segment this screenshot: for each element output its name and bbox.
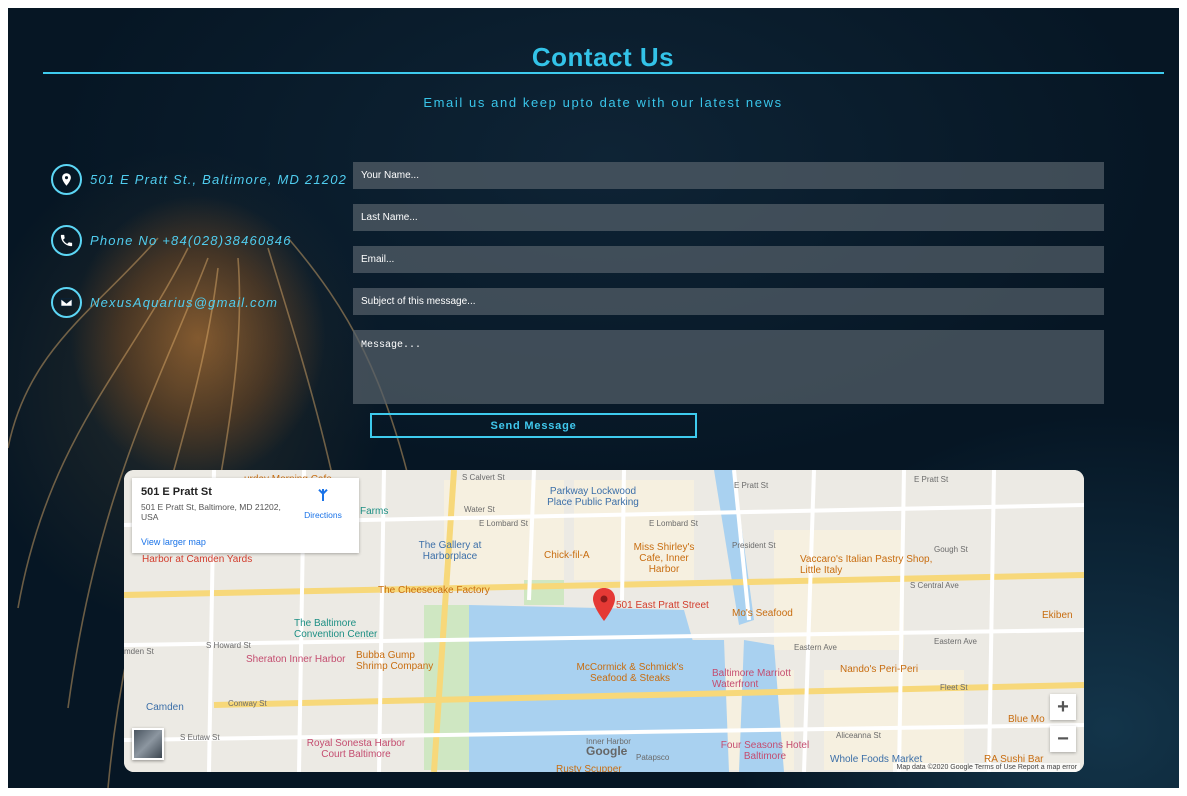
street-label: Conway St bbox=[228, 699, 267, 708]
map-label: Rusty Scupper bbox=[556, 764, 622, 772]
street-label: President St bbox=[732, 541, 776, 550]
map-label: McCormick & Schmick's Seafood & Steaks bbox=[576, 662, 684, 684]
map-label: Sheraton Inner Harbor bbox=[246, 654, 346, 665]
email-input[interactable]: Email... bbox=[353, 246, 1104, 273]
address-text: 501 E Pratt St., Baltimore, MD 21202 bbox=[90, 172, 348, 187]
map-label: Harbor at Camden Yards bbox=[142, 554, 253, 565]
map-label: The Baltimore Convention Center bbox=[294, 618, 378, 640]
send-message-button[interactable]: Send Message bbox=[370, 413, 697, 438]
map-label: Four Seasons Hotel Baltimore bbox=[720, 740, 810, 762]
street-label: Water St bbox=[464, 505, 495, 514]
place-info-card: 501 E Pratt St 501 E Pratt St, Baltimore… bbox=[132, 478, 359, 553]
street-view-thumbnail[interactable] bbox=[132, 728, 164, 760]
directions-label: Directions bbox=[304, 510, 342, 520]
street-label: Eastern Ave bbox=[934, 637, 977, 646]
page-title: Contact Us bbox=[531, 42, 675, 72]
street-label: Patapsco bbox=[636, 753, 670, 762]
page-background: Contact Us Email us and keep upto date w… bbox=[8, 8, 1179, 788]
email-row: NexusAquarius@gmail.com bbox=[51, 287, 278, 318]
directions-button[interactable]: Directions bbox=[299, 487, 347, 520]
zoom-out-button[interactable]: − bbox=[1050, 726, 1076, 752]
street-label: S Central Ave bbox=[910, 581, 959, 590]
street-label: E Pratt St bbox=[734, 481, 769, 490]
email-text: NexusAquarius@gmail.com bbox=[90, 295, 279, 310]
street-label: E Lombard St bbox=[649, 519, 698, 528]
street-label: Aliceanna St bbox=[836, 731, 881, 740]
page-subtitle: Email us and keep upto date with our lat… bbox=[423, 95, 783, 110]
street-label: S Calvert St bbox=[462, 473, 505, 482]
map-label: Blue Mo bbox=[1008, 714, 1045, 725]
marker-label: 501 East Pratt Street bbox=[616, 600, 709, 611]
map-attribution[interactable]: Map data ©2020 Google Terms of Use Repor… bbox=[893, 763, 1080, 772]
place-address: 501 E Pratt St, Baltimore, MD 21202, USA bbox=[141, 502, 281, 522]
zoom-in-button[interactable]: + bbox=[1050, 694, 1076, 720]
map-label: Vaccaro's Italian Pastry Shop, Little It… bbox=[800, 554, 933, 576]
map-label: The Gallery at Harborplace bbox=[418, 540, 482, 562]
address-row: 501 E Pratt St., Baltimore, MD 21202 bbox=[51, 164, 347, 195]
street-label: mden St bbox=[124, 647, 154, 656]
street-label: E Pratt St bbox=[914, 475, 949, 484]
street-label: S Eutaw St bbox=[180, 733, 220, 742]
map-label: Bubba Gump Shrimp Company bbox=[356, 650, 434, 672]
map-embed[interactable]: urday Morning Cafe Parkway Lockwood Plac… bbox=[124, 470, 1084, 772]
phone-text: Phone No +84(028)38460846 bbox=[90, 233, 292, 248]
message-textarea[interactable]: Message... bbox=[353, 330, 1104, 404]
envelope-icon bbox=[51, 287, 82, 318]
google-logo: Google bbox=[586, 744, 628, 758]
directions-icon bbox=[318, 488, 328, 501]
name-input[interactable]: Your Name... bbox=[353, 162, 1104, 189]
street-label: Gough St bbox=[934, 545, 968, 554]
street-label: E Lombard St bbox=[479, 519, 528, 528]
location-pin-icon bbox=[51, 164, 82, 195]
street-label: Eastern Ave bbox=[794, 643, 837, 652]
map-label: Baltimore Marriott Waterfront bbox=[712, 668, 791, 690]
map-label: Parkway Lockwood Place Public Parking bbox=[547, 486, 639, 508]
phone-row: Phone No +84(028)38460846 bbox=[51, 225, 292, 256]
map-label: Ekiben bbox=[1042, 610, 1073, 621]
street-label: S Howard St bbox=[206, 641, 251, 650]
street-label: Fleet St bbox=[940, 683, 968, 692]
map-label: Royal Sonesta Harbor Court Baltimore bbox=[306, 738, 406, 760]
subject-input[interactable]: Subject of this message... bbox=[353, 288, 1104, 315]
title-divider bbox=[43, 72, 1164, 74]
map-label: The Cheesecake Factory bbox=[378, 585, 490, 596]
phone-icon bbox=[51, 225, 82, 256]
map-label: Mo's Seafood bbox=[732, 608, 793, 619]
map-label: Chick-fil-A bbox=[544, 550, 590, 561]
last-name-input[interactable]: Last Name... bbox=[353, 204, 1104, 231]
map-label: Nando's Peri-Peri bbox=[840, 664, 919, 675]
map-label: Miss Shirley's Cafe, Inner Harbor bbox=[633, 542, 695, 575]
map-label: Farms bbox=[360, 506, 389, 517]
map-label: Camden bbox=[146, 702, 184, 713]
view-larger-map-link[interactable]: View larger map bbox=[141, 537, 206, 547]
